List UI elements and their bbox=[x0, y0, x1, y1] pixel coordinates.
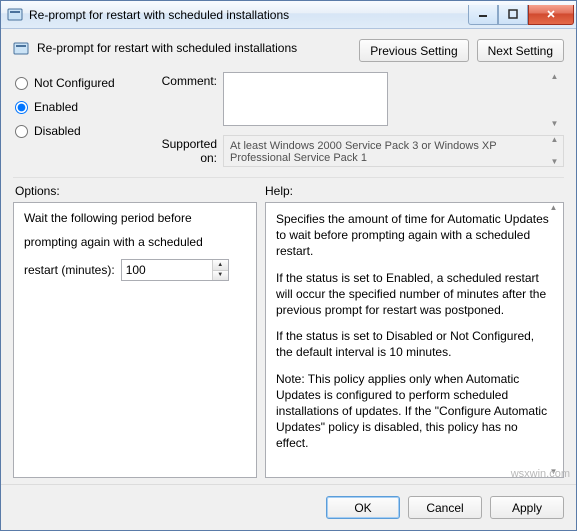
apply-button[interactable]: Apply bbox=[490, 496, 564, 519]
scroll-down-icon[interactable]: ▼ bbox=[546, 120, 563, 128]
policy-icon bbox=[13, 41, 29, 57]
scroll-down-icon[interactable]: ▼ bbox=[545, 468, 562, 476]
radio-disabled[interactable]: Disabled bbox=[15, 124, 143, 138]
previous-setting-button[interactable]: Previous Setting bbox=[359, 39, 468, 62]
radio-not-configured-input[interactable] bbox=[15, 77, 28, 90]
app-icon bbox=[7, 7, 23, 23]
scroll-down-icon[interactable]: ▼ bbox=[546, 158, 563, 166]
option-text-line1: Wait the following period before bbox=[24, 211, 246, 225]
state-radio-group: Not Configured Enabled Disabled bbox=[13, 72, 143, 167]
scroll-up-icon[interactable]: ▲ bbox=[545, 204, 562, 212]
radio-disabled-input[interactable] bbox=[15, 125, 28, 138]
help-paragraph: If the status is set to Enabled, a sched… bbox=[276, 270, 553, 319]
comment-textarea[interactable] bbox=[223, 72, 388, 126]
ok-button[interactable]: OK bbox=[326, 496, 400, 519]
help-paragraph: Specifies the amount of time for Automat… bbox=[276, 211, 553, 260]
options-heading: Options: bbox=[13, 184, 265, 198]
policy-name: Re-prompt for restart with scheduled ins… bbox=[37, 39, 359, 55]
policy-dialog: Re-prompt for restart with scheduled ins… bbox=[0, 0, 577, 531]
minimize-button[interactable] bbox=[468, 5, 498, 25]
divider bbox=[13, 177, 564, 178]
scroll-up-icon[interactable]: ▲ bbox=[546, 73, 563, 81]
window-title: Re-prompt for restart with scheduled ins… bbox=[29, 8, 468, 22]
help-paragraph: Note: This policy applies only when Auto… bbox=[276, 371, 553, 452]
radio-enabled-input[interactable] bbox=[15, 101, 28, 114]
dialog-footer: OK Cancel Apply bbox=[1, 484, 576, 530]
supported-label: Supported on: bbox=[143, 135, 223, 165]
help-pane: Specifies the amount of time for Automat… bbox=[265, 202, 564, 478]
restart-minutes-label: restart (minutes): bbox=[24, 263, 115, 277]
help-heading: Help: bbox=[265, 184, 564, 198]
radio-enabled[interactable]: Enabled bbox=[15, 100, 143, 114]
restart-minutes-spinner[interactable]: ▲ ▼ bbox=[121, 259, 229, 281]
close-button[interactable] bbox=[528, 5, 574, 25]
comment-label: Comment: bbox=[143, 72, 223, 88]
help-paragraph: If the status is set to Disabled or Not … bbox=[276, 328, 553, 360]
supported-on-text: At least Windows 2000 Service Pack 3 or … bbox=[223, 135, 564, 167]
next-setting-button[interactable]: Next Setting bbox=[477, 39, 564, 62]
options-pane: Wait the following period before prompti… bbox=[13, 202, 257, 478]
titlebar[interactable]: Re-prompt for restart with scheduled ins… bbox=[1, 1, 576, 29]
option-text-line2: prompting again with a scheduled bbox=[24, 235, 246, 249]
radio-not-configured[interactable]: Not Configured bbox=[15, 76, 143, 90]
scroll-up-icon[interactable]: ▲ bbox=[546, 136, 563, 144]
restart-minutes-input[interactable] bbox=[122, 260, 212, 280]
spin-up-button[interactable]: ▲ bbox=[213, 260, 228, 271]
cancel-button[interactable]: Cancel bbox=[408, 496, 482, 519]
spin-down-button[interactable]: ▼ bbox=[213, 271, 228, 281]
maximize-button[interactable] bbox=[498, 5, 528, 25]
